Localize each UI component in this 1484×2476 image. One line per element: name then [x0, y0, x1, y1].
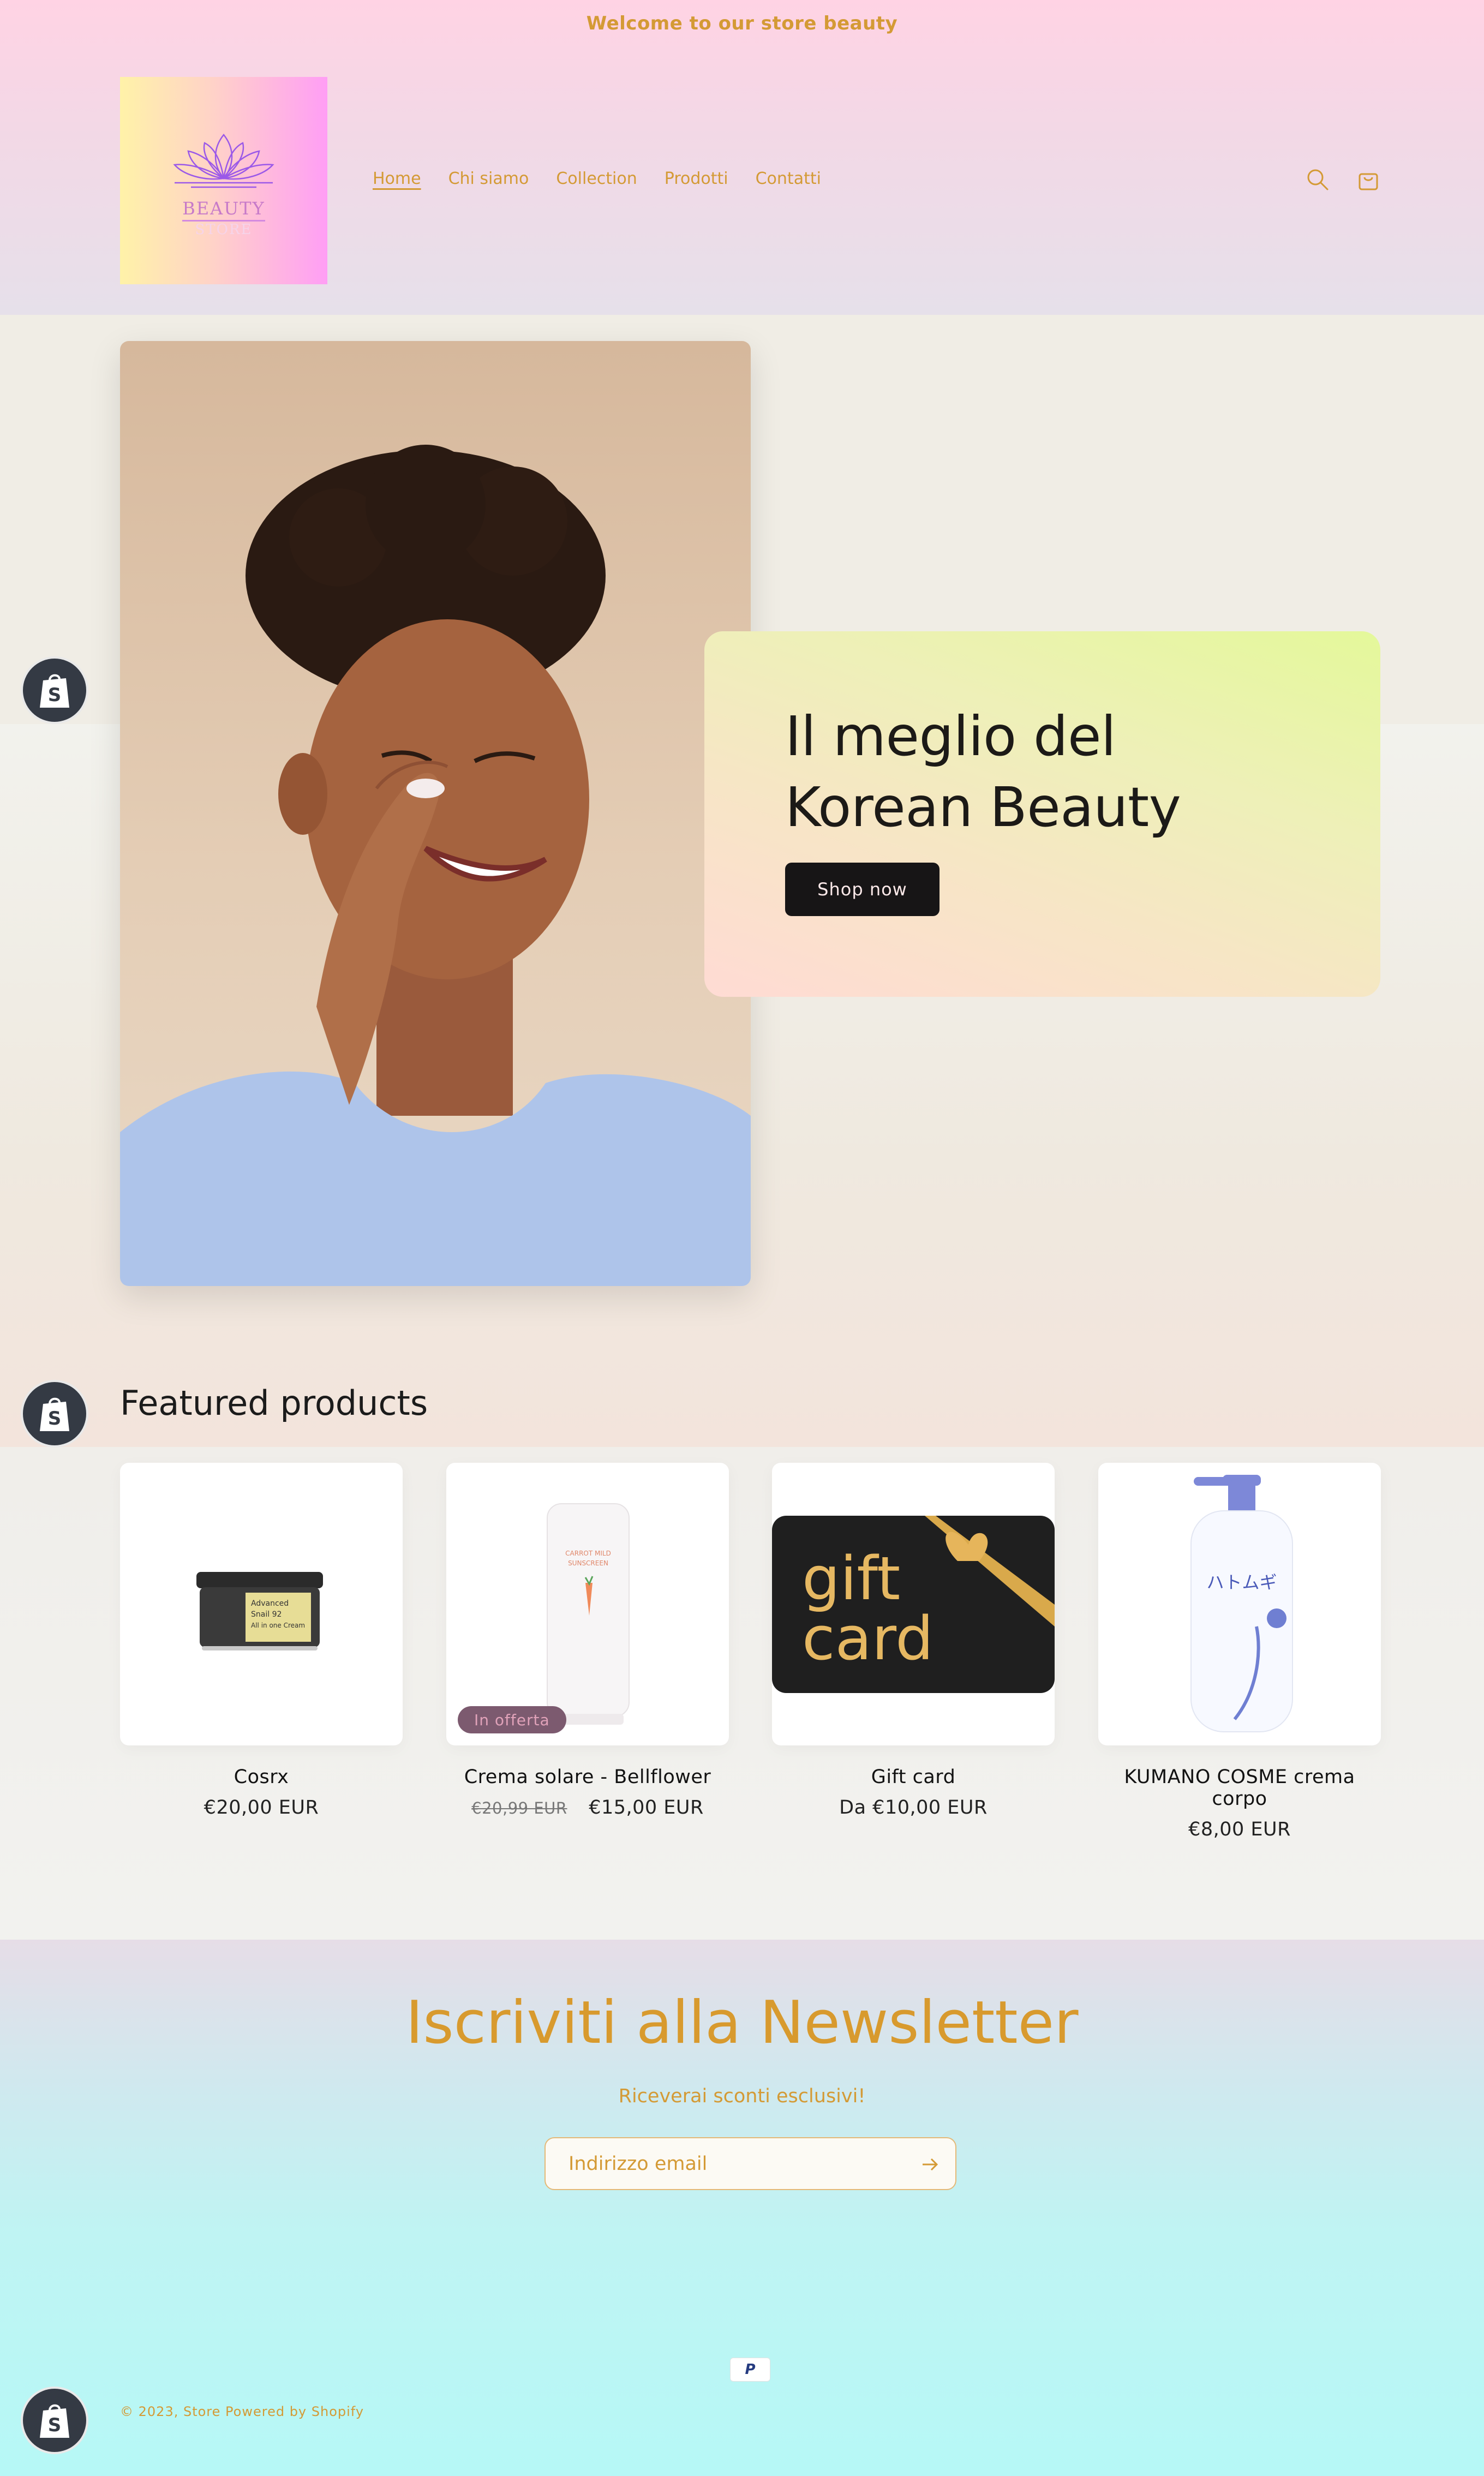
- shop-now-button[interactable]: Shop now: [785, 863, 940, 916]
- nav-item-chi-siamo[interactable]: Chi siamo: [448, 169, 529, 188]
- product-price: €8,00 EUR: [1188, 1819, 1291, 1840]
- nav-item-contatti[interactable]: Contatti: [756, 169, 821, 188]
- product-price: €20,99 EUR €15,00 EUR: [446, 1797, 729, 1819]
- sunscreen-tube-illustration: CARROT MILD SUNSCREEN: [547, 1503, 630, 1725]
- svg-text:card: card: [802, 1604, 934, 1673]
- cart-icon[interactable]: [1355, 166, 1381, 193]
- product-price: €20,00 EUR: [204, 1797, 319, 1819]
- svg-text:SUNSCREEN: SUNSCREEN: [568, 1559, 608, 1567]
- shopify-badge-3[interactable]: S: [21, 2387, 88, 2454]
- hero-title-line1: Il meglio del: [785, 704, 1116, 768]
- copyright-text: © 2023, Store Powered by Shopify: [120, 2404, 364, 2419]
- product-card-gift-card[interactable]: gift card Gift card Da €10,00 EUR: [772, 1463, 1055, 1819]
- hero-title-line2: Korean Beauty: [785, 775, 1181, 839]
- shopify-bag-icon: S: [40, 2404, 69, 2438]
- hero-title: Il meglio del Korean Beauty: [785, 701, 1276, 843]
- svg-text:All in one Cream: All in one Cream: [251, 1622, 305, 1629]
- logo-text-line1: BEAUTY: [182, 198, 265, 222]
- cream-jar-illustration: Advanced Snail 92 All in one Cream: [196, 1572, 323, 1650]
- svg-text:Snail 92: Snail 92: [251, 1610, 282, 1619]
- shopify-bag-icon: S: [40, 1397, 69, 1431]
- hero-image: [120, 341, 751, 1286]
- arrow-right-icon[interactable]: [919, 2154, 940, 2175]
- product-sale-price: €15,00 EUR: [589, 1797, 704, 1819]
- svg-text:CARROT MILD: CARROT MILD: [565, 1550, 611, 1557]
- nav-item-home[interactable]: Home: [373, 169, 421, 188]
- product-card-kumano-cosme[interactable]: ハトムギ KUMANO COSME crema corpo €8,00 EUR: [1098, 1463, 1381, 1840]
- shopify-badge-1[interactable]: S: [21, 656, 88, 724]
- product-old-price: €20,99 EUR: [471, 1799, 567, 1817]
- product-name[interactable]: Gift card: [772, 1766, 1055, 1788]
- search-icon[interactable]: [1305, 166, 1331, 193]
- email-field[interactable]: [544, 2137, 956, 2190]
- sale-badge: In offerta: [458, 1706, 566, 1733]
- newsletter-subtitle: Riceverai sconti esclusivi!: [618, 2085, 866, 2107]
- svg-text:S: S: [48, 1408, 62, 1430]
- svg-text:gift: gift: [802, 1544, 900, 1613]
- product-card-cosrx[interactable]: Advanced Snail 92 All in one Cream Cosrx…: [120, 1463, 403, 1819]
- nav-item-prodotti[interactable]: Prodotti: [665, 169, 728, 188]
- lotus-icon: [173, 133, 274, 188]
- product-image-gift-card[interactable]: gift card: [772, 1463, 1055, 1745]
- gift-card-illustration: gift card: [772, 1516, 1055, 1693]
- shopify-badge-2[interactable]: S: [21, 1380, 88, 1448]
- hero-banner-card: Il meglio del Korean Beauty Shop now: [704, 631, 1380, 997]
- lotion-bottle-illustration: ハトムギ: [1190, 1475, 1293, 1732]
- product-image-kumano-cosme[interactable]: ハトムギ: [1098, 1463, 1381, 1745]
- svg-text:S: S: [48, 2414, 62, 2436]
- svg-text:S: S: [48, 684, 62, 706]
- announcement-bar: Welcome to our store beauty: [586, 13, 898, 34]
- nav-item-collection[interactable]: Collection: [556, 169, 637, 188]
- product-price: Da €10,00 EUR: [839, 1797, 988, 1819]
- product-name[interactable]: KUMANO COSME crema corpo: [1098, 1766, 1381, 1810]
- shopify-bag-icon: S: [40, 674, 69, 708]
- store-logo[interactable]: BEAUTY STORE: [120, 77, 327, 284]
- svg-text:ハトムギ: ハトムギ: [1207, 1572, 1277, 1593]
- main-nav: Home Chi siamo Collection Prodotti Conta…: [373, 169, 821, 188]
- woman-applying-cream-illustration: [120, 445, 751, 1286]
- paypal-payment-icon: P: [730, 2358, 770, 2382]
- paypal-logo-text: P: [745, 2361, 756, 2378]
- product-name[interactable]: Crema solare - Bellflower: [446, 1766, 729, 1788]
- product-image-crema-solare[interactable]: CARROT MILD SUNSCREEN In offerta: [446, 1463, 729, 1745]
- svg-text:Advanced: Advanced: [251, 1599, 289, 1608]
- product-name[interactable]: Cosrx: [120, 1766, 403, 1788]
- email-input[interactable]: [567, 2138, 895, 2189]
- product-card-crema-solare[interactable]: CARROT MILD SUNSCREEN In offerta Crema s…: [446, 1463, 729, 1819]
- product-image-cosrx[interactable]: Advanced Snail 92 All in one Cream: [120, 1463, 403, 1745]
- newsletter-title: Iscriviti alla Newsletter: [405, 1989, 1079, 2057]
- header-section: Welcome to our store beauty BEAUTY STORE…: [0, 0, 1484, 315]
- logo-text-line2: STORE: [195, 221, 253, 238]
- featured-products-title: Featured products: [120, 1383, 428, 1423]
